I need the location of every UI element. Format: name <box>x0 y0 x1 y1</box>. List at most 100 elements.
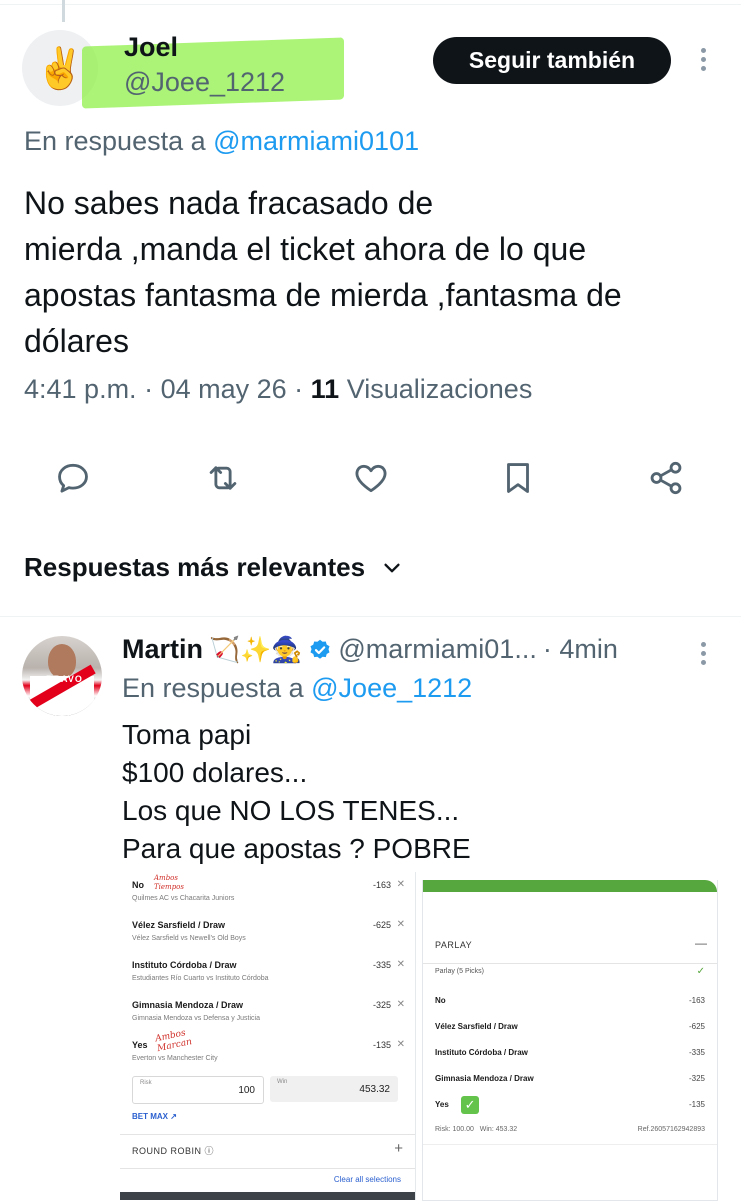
follow-button[interactable]: Seguir también <box>433 37 671 84</box>
thread-connector <box>62 0 65 22</box>
tweet-text: No sabes nada fracasado de mierda ,manda… <box>24 180 724 364</box>
place-bet-bar[interactable] <box>120 1192 415 1200</box>
tweet-line: dólares <box>24 323 129 359</box>
reply-more-options-icon[interactable] <box>700 642 706 665</box>
bet-pick: Instituto Córdoba / Draw Estudiantes Río… <box>132 959 405 982</box>
parlay-row: Yes ✓ -135 <box>435 1096 705 1114</box>
reply-line: Los que NO LOS TENES... <box>122 795 460 826</box>
author-handle[interactable]: @Joee_1212 <box>124 67 285 98</box>
views-label: Visualizaciones <box>346 374 533 404</box>
pick-name: Vélez Sarsfield / Draw <box>132 920 226 930</box>
remove-pick-icon: ✕ <box>396 959 405 970</box>
reply-avatar[interactable]: BRAVO <box>22 636 102 716</box>
pick-match: Vélez Sarsfield vs Newell's Old Boys <box>132 935 246 942</box>
pick-odds: -135 <box>372 1040 391 1050</box>
pick-match: Quilmes AC vs Chacarita Juniors <box>132 895 235 902</box>
share-button[interactable] <box>646 458 686 498</box>
attached-image-betslip[interactable]: No Quilmes AC vs Chacarita Juniors -163 … <box>120 872 416 1200</box>
reply-line: $100 dolares... <box>122 757 308 788</box>
check-emoji-icon: ✓ <box>461 1096 480 1114</box>
reply-line: Para que apostas ? POBRE <box>122 833 471 864</box>
pick-odds: -625 <box>372 920 391 930</box>
pick-name: Instituto Córdoba / Draw <box>132 960 237 970</box>
reply-text: Toma papi $100 dolares... Los que NO LOS… <box>122 716 471 868</box>
parlay-row: Instituto Córdoba / Draw -335 <box>435 1048 705 1057</box>
remove-pick-icon: ✕ <box>396 1039 405 1050</box>
risk-value: 100 <box>238 1085 255 1096</box>
bookmark-button[interactable] <box>498 458 538 498</box>
reply-line: Toma papi <box>122 719 252 750</box>
tweet-time[interactable]: 4:41 p.m. <box>24 374 137 404</box>
round-robin-label[interactable]: ROUND ROBIN ⓘ <box>132 1144 214 1157</box>
like-icon <box>355 464 387 493</box>
check-icon: ✓ <box>696 966 705 977</box>
parlay-pick: Instituto Córdoba / Draw <box>435 1048 528 1057</box>
parlay-ref: Ref.260571629428​93 <box>637 1126 705 1133</box>
replies-sort-dropdown[interactable]: Respuestas más relevantes <box>24 552 403 583</box>
risk-input[interactable]: Risk 100 <box>132 1076 264 1104</box>
pick-name: Gimnasia Mendoza / Draw <box>132 1000 244 1010</box>
tweet-meta: 4:41 p.m. · 04 may 26 · 11 Visualizacion… <box>24 374 533 404</box>
parlay-win: Win: 453.32 <box>479 1126 518 1133</box>
tweet-line: mierda ,manda el ticket ahora de lo que <box>24 231 587 267</box>
parlay-risk: Risk: 100.00 <box>435 1126 474 1133</box>
reply-author-emojis: 🏹✨🧙 <box>209 634 303 664</box>
tweet-date[interactable]: 04 may 26 <box>161 374 287 404</box>
plus-icon[interactable]: + <box>394 1140 403 1157</box>
parlay-row: No -163 <box>435 996 705 1005</box>
avatar-text: BRAVO <box>46 674 83 684</box>
top-divider <box>0 4 741 5</box>
bookmark-icon <box>507 463 529 493</box>
bet-pick: Gimnasia Mendoza / Draw Gimnasia Mendoza… <box>132 999 405 1022</box>
collapse-icon[interactable]: — <box>695 936 707 950</box>
reply-header: Martin 🏹✨🧙 @marmiami01... · 4min <box>122 634 618 665</box>
parlay-footer: Risk: 100.00 Win: 453.32 Ref.26057162942… <box>435 1126 705 1133</box>
tweet-line: No sabes nada fracasado de <box>24 185 434 221</box>
remove-pick-icon: ✕ <box>396 999 405 1010</box>
parlay-odds: -135 <box>688 1100 705 1109</box>
chevron-down-icon <box>384 563 400 572</box>
reply-mention[interactable]: @Joee_1212 <box>311 673 472 703</box>
win-value: 453.32 <box>359 1084 390 1095</box>
remove-pick-icon: ✕ <box>396 919 405 930</box>
remove-pick-icon: ✕ <box>396 879 405 890</box>
reply-author-handle[interactable]: @marmiami01... <box>338 634 536 665</box>
replies-sort-label: Respuestas más relevantes <box>24 552 366 582</box>
bet-max-link[interactable]: BET MAX ↗ <box>132 1112 177 1121</box>
retweet-button[interactable] <box>203 458 243 498</box>
reply-button[interactable] <box>53 458 93 498</box>
parlay-pick: Gimnasia Mendoza / Draw <box>435 1074 534 1083</box>
parlay-title: PARLAY <box>435 940 473 950</box>
more-options-icon[interactable] <box>700 48 706 71</box>
verified-badge-icon <box>310 639 330 659</box>
reply-prefix: En respuesta a <box>24 126 206 156</box>
parlay-row: Gimnasia Mendoza / Draw -325 <box>435 1074 705 1083</box>
author-name[interactable]: Joel <box>124 32 178 63</box>
handwritten-note: Ambos Tiempos <box>154 874 184 891</box>
clear-selections-link[interactable]: Clear all selections <box>334 1175 401 1184</box>
tweet-line: apostas fantasma de mierda ,fantasma de <box>24 277 622 313</box>
parlay-row: Vélez Sarsfield / Draw -625 <box>435 1022 705 1031</box>
reply-time[interactable]: · 4min <box>543 634 618 665</box>
section-divider <box>0 616 741 617</box>
parlay-odds: -625 <box>688 1022 705 1031</box>
parlay-pick: Yes <box>435 1100 449 1110</box>
win-label: Win <box>277 1079 288 1085</box>
retweet-icon <box>209 466 237 490</box>
parlay-odds: -163 <box>688 996 705 1005</box>
avatar-emoji: ✌️ <box>35 45 85 92</box>
risk-label: Risk <box>140 1080 152 1086</box>
win-field: Win 453.32 <box>270 1076 398 1102</box>
parlay-pick: No <box>435 996 446 1005</box>
attached-image-parlay[interactable]: PARLAY — Parlay (5 Picks) ✓ No -163 Véle… <box>422 880 718 1201</box>
pick-match: Gimnasia Mendoza vs Defensa y Justicia <box>132 1015 260 1022</box>
views-count: 11 <box>310 374 340 404</box>
like-button[interactable] <box>351 458 391 498</box>
reply-author-name[interactable]: Martin <box>122 634 203 665</box>
parlay-odds: -325 <box>688 1074 705 1083</box>
pick-match: Everton vs Manchester City <box>132 1055 218 1062</box>
reply-mention[interactable]: @marmiami0101 <box>213 126 419 156</box>
parlay-odds: -335 <box>688 1048 705 1057</box>
pick-match: Estudiantes Río Cuarto vs Instituto Córd… <box>132 975 269 982</box>
header-bar <box>423 880 717 892</box>
